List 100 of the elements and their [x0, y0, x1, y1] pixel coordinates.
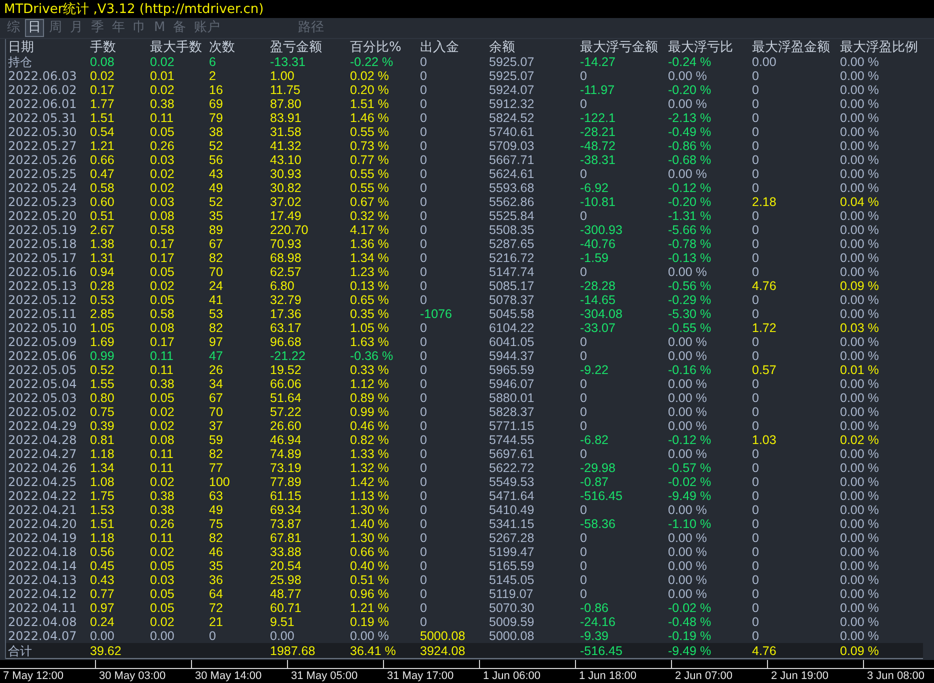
- column-header: 最大浮亏比: [668, 40, 734, 54]
- table-cell-text: 0: [580, 587, 588, 601]
- table-cell-text: 1.46 %: [350, 111, 390, 125]
- table-cell-text: 1.23 %: [350, 265, 390, 279]
- toolbar-button[interactable]: 季: [88, 19, 107, 37]
- table-cell-text: 39.62: [90, 644, 122, 658]
- table-cell-text: 0.02 %: [350, 69, 390, 83]
- table-cell-text: 19.52: [270, 363, 302, 377]
- table-cell-text: -0.68 %: [668, 153, 712, 167]
- toolbar-button[interactable]: M: [151, 19, 168, 37]
- table-cell-text: 2022.05.31: [8, 111, 78, 125]
- table-cell-text: 2022.05.23: [8, 195, 78, 209]
- table-cell-text: 0: [420, 125, 428, 139]
- table-cell-text: 5287.65: [489, 237, 536, 251]
- table-cell-text: 5119.07: [489, 587, 534, 601]
- table-cell-text: 0.00 %: [840, 503, 880, 517]
- table-cell-text: 0.00 %: [668, 531, 708, 545]
- table-cell-text: 1.08: [90, 475, 116, 489]
- table-cell-text: 5946.07: [489, 377, 536, 391]
- column-header: 手数: [90, 40, 117, 54]
- table-cell-text: 0.02: [150, 545, 176, 559]
- table-cell-text: 0: [420, 475, 428, 489]
- table-cell-text: 0: [420, 405, 428, 419]
- table-cell-text: 17.49: [270, 209, 302, 223]
- table-cell-text: 5549.53: [489, 475, 536, 489]
- table-cell-text: 0.00 %: [668, 405, 708, 419]
- toolbar-button[interactable]: 巾: [130, 19, 149, 37]
- table-cell-text: 96.68: [270, 335, 302, 349]
- table-cell-text: 72: [209, 601, 224, 615]
- table-cell-text: 5078.37: [489, 293, 536, 307]
- table-cell-text: 5085.17: [489, 279, 536, 293]
- toolbar-button[interactable]: 日: [25, 19, 44, 37]
- table-cell-text: 82: [209, 321, 224, 335]
- toolbar-button[interactable]: 备: [170, 19, 190, 37]
- table-cell-text: 37: [209, 419, 224, 433]
- table-cell-text: 1.51: [90, 111, 116, 125]
- table-cell-text: 0.66: [90, 153, 116, 167]
- table-cell-text: 0.58: [150, 307, 176, 321]
- table-cell-text: 5828.37: [489, 405, 536, 419]
- table-cell-text: 67.81: [270, 531, 302, 545]
- table-cell-text: 4.76: [752, 279, 778, 293]
- table-cell-text: 0.17: [150, 335, 176, 349]
- table-cell-text: 60.71: [270, 601, 302, 615]
- toolbar-button[interactable]: 综: [4, 19, 23, 37]
- table-cell-text: 0: [752, 153, 760, 167]
- table-cell-text: 43: [209, 167, 224, 181]
- table-cell-text: 0.38: [150, 503, 176, 517]
- table-cell-text: 0: [752, 167, 760, 181]
- toolbar-button[interactable]: 月: [67, 19, 86, 37]
- table-cell-text: 0: [752, 461, 760, 475]
- table-cell-text: 0: [420, 153, 428, 167]
- table-cell-text: 0: [752, 209, 760, 223]
- table-cell-text: 3924.08: [420, 644, 466, 658]
- table-cell-text: 0: [580, 573, 588, 587]
- table-cell-text: 0: [420, 587, 428, 601]
- table-cell-text: 63.17: [270, 321, 302, 335]
- toolbar-button[interactable]: 年: [109, 19, 128, 37]
- table-cell-text: 69.34: [270, 503, 302, 517]
- table-cell-text: 0: [580, 391, 588, 405]
- table-cell-text: 5267.28: [489, 531, 536, 545]
- table-cell-text: 2022.05.09: [8, 335, 78, 349]
- column-header: 最大手数: [150, 40, 203, 54]
- table-cell-text: 0.00 %: [668, 69, 708, 83]
- table-cell-text: 0: [580, 405, 588, 419]
- table-cell-text: 77: [209, 461, 224, 475]
- table-cell-text: 6: [209, 55, 217, 69]
- table-cell-text: 0.11: [150, 531, 174, 545]
- table-cell-text: 5508.35: [489, 223, 536, 237]
- table-cell-text: 0: [420, 419, 428, 433]
- table-cell-text: 0.94: [90, 265, 116, 279]
- table-cell-text: 46: [209, 545, 224, 559]
- table-cell-text: 0.03: [150, 573, 176, 587]
- table-cell-text: 0.02 %: [840, 433, 880, 447]
- table-cell-text: 0.00: [150, 629, 176, 643]
- toolbar-button[interactable]: 周: [46, 19, 65, 37]
- table-cell-text: 5965.59: [489, 363, 536, 377]
- table-cell-text: 0.00 %: [840, 83, 880, 97]
- table-cell-text: 5925.07: [489, 69, 536, 83]
- table-cell-text: 1.18: [90, 531, 116, 545]
- table-cell-text: 5912.32: [489, 97, 536, 111]
- table-cell-text: 70.93: [270, 237, 302, 251]
- toolbar-button[interactable]: 账户: [191, 19, 224, 37]
- table-cell-text: 31.58: [270, 125, 302, 139]
- table-cell-text: 36.41 %: [350, 644, 397, 658]
- table-cell-text: 1.12 %: [350, 377, 390, 391]
- table-cell-text: 0.00 %: [840, 517, 880, 531]
- table-cell-text: 1.13 %: [350, 489, 390, 503]
- table-cell-text: 0.05: [150, 125, 176, 139]
- table-cell-text: -0.49 %: [668, 125, 712, 139]
- table-cell-text: -6.92: [580, 181, 610, 195]
- table-cell-text: -28.21: [580, 125, 616, 139]
- table-cell-text: -0.22 %: [350, 55, 394, 69]
- table-cell-text: 0: [420, 559, 428, 573]
- path-button[interactable]: 路径: [295, 19, 328, 37]
- column-header: 日期: [8, 40, 35, 54]
- table-cell-text: 0.28: [90, 279, 116, 293]
- table-cell-text: 0.52: [90, 363, 116, 377]
- table-cell-text: 2022.04.12: [8, 587, 78, 601]
- table-cell-text: 0.80: [90, 391, 116, 405]
- table-cell-text: 0: [420, 363, 428, 377]
